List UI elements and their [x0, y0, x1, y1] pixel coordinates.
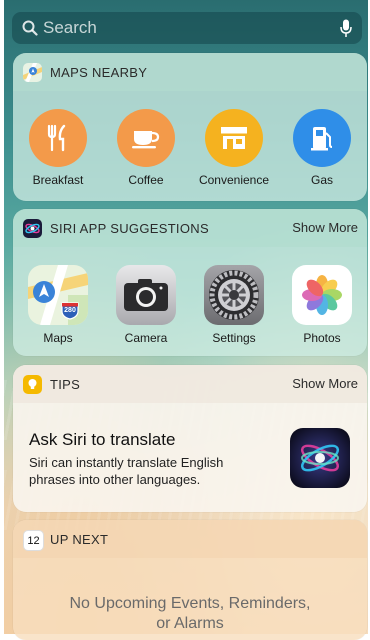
- maps-nearby-label: Gas: [310, 173, 333, 187]
- tip-body-line: Siri can instantly translate English: [29, 455, 224, 470]
- tips-lightbulb-icon: [23, 375, 42, 394]
- app-maps[interactable]: 280 Maps: [18, 265, 98, 345]
- tips-header: TIPS Show More: [13, 365, 367, 403]
- siri-suggestions-header: SIRI APP SUGGESTIONS Show More: [13, 209, 367, 247]
- search-placeholder: Search: [43, 18, 97, 37]
- app-label: Camera: [124, 331, 168, 345]
- widget-title: MAPS NEARBY: [50, 65, 148, 80]
- siri-orb-icon: [290, 428, 350, 488]
- tip-heading: Ask Siri to translate: [29, 430, 176, 449]
- show-more-button[interactable]: Show More: [292, 220, 358, 235]
- maps-nearby-gas[interactable]: Gas: [282, 109, 362, 187]
- maps-nearby-header[interactable]: MAPS NEARBY: [13, 53, 367, 91]
- empty-state-line: No Upcoming Events, Reminders,: [69, 595, 311, 612]
- maps-nearby-label: Convenience: [198, 173, 270, 187]
- show-more-button[interactable]: Show More: [292, 376, 358, 391]
- maps-nearby-coffee[interactable]: Coffee: [106, 109, 186, 187]
- tip-body-line: phrases into other languages.: [29, 472, 201, 487]
- calendar-day: 12: [27, 535, 40, 547]
- camera-app-icon: [116, 265, 176, 325]
- widget-title: UP NEXT: [50, 532, 109, 547]
- search-bar[interactable]: Search: [12, 12, 362, 44]
- coffee-cup-icon: [117, 109, 175, 167]
- search-icon: [22, 20, 38, 36]
- maps-nearby-label: Breakfast: [32, 173, 84, 187]
- map-route-badge: 280: [64, 307, 76, 314]
- app-label: Settings: [212, 331, 256, 345]
- photos-app-icon: [292, 265, 352, 325]
- storefront-icon: [205, 109, 263, 167]
- up-next-header: 12 UP NEXT: [13, 520, 367, 558]
- widget-title: TIPS: [50, 377, 81, 392]
- siri-small-icon: [23, 219, 42, 238]
- maps-small-icon: [23, 63, 42, 82]
- calendar-icon: 12: [23, 530, 44, 551]
- gas-pump-icon: [293, 109, 351, 167]
- app-label: Photos: [303, 331, 341, 345]
- settings-app-icon: [204, 265, 264, 325]
- microphone-icon[interactable]: [340, 19, 352, 38]
- maps-nearby-convenience[interactable]: Convenience: [194, 109, 274, 187]
- tips-widget: TIPS Show More Ask Siri to translate Sir…: [13, 365, 367, 512]
- app-camera[interactable]: Camera: [106, 265, 186, 345]
- maps-nearby-widget: MAPS NEARBY Breakfast Coffee Convenience…: [13, 53, 367, 201]
- widget-title: SIRI APP SUGGESTIONS: [50, 221, 209, 236]
- siri-suggestions-widget: SIRI APP SUGGESTIONS Show More 280 Maps: [13, 209, 367, 356]
- empty-state-line: or Alarms: [156, 615, 224, 632]
- app-photos[interactable]: Photos: [282, 265, 362, 345]
- maps-app-icon: 280: [28, 265, 88, 325]
- maps-nearby-label: Coffee: [128, 173, 164, 187]
- fork-knife-icon: [29, 109, 87, 167]
- app-settings[interactable]: Settings: [194, 265, 274, 345]
- app-label: Maps: [43, 331, 73, 345]
- tips-card[interactable]: Ask Siri to translate Siri can instantly…: [13, 403, 367, 512]
- up-next-widget: 12 UP NEXT No Upcoming Events, Reminders…: [13, 520, 367, 640]
- maps-nearby-breakfast[interactable]: Breakfast: [18, 109, 98, 187]
